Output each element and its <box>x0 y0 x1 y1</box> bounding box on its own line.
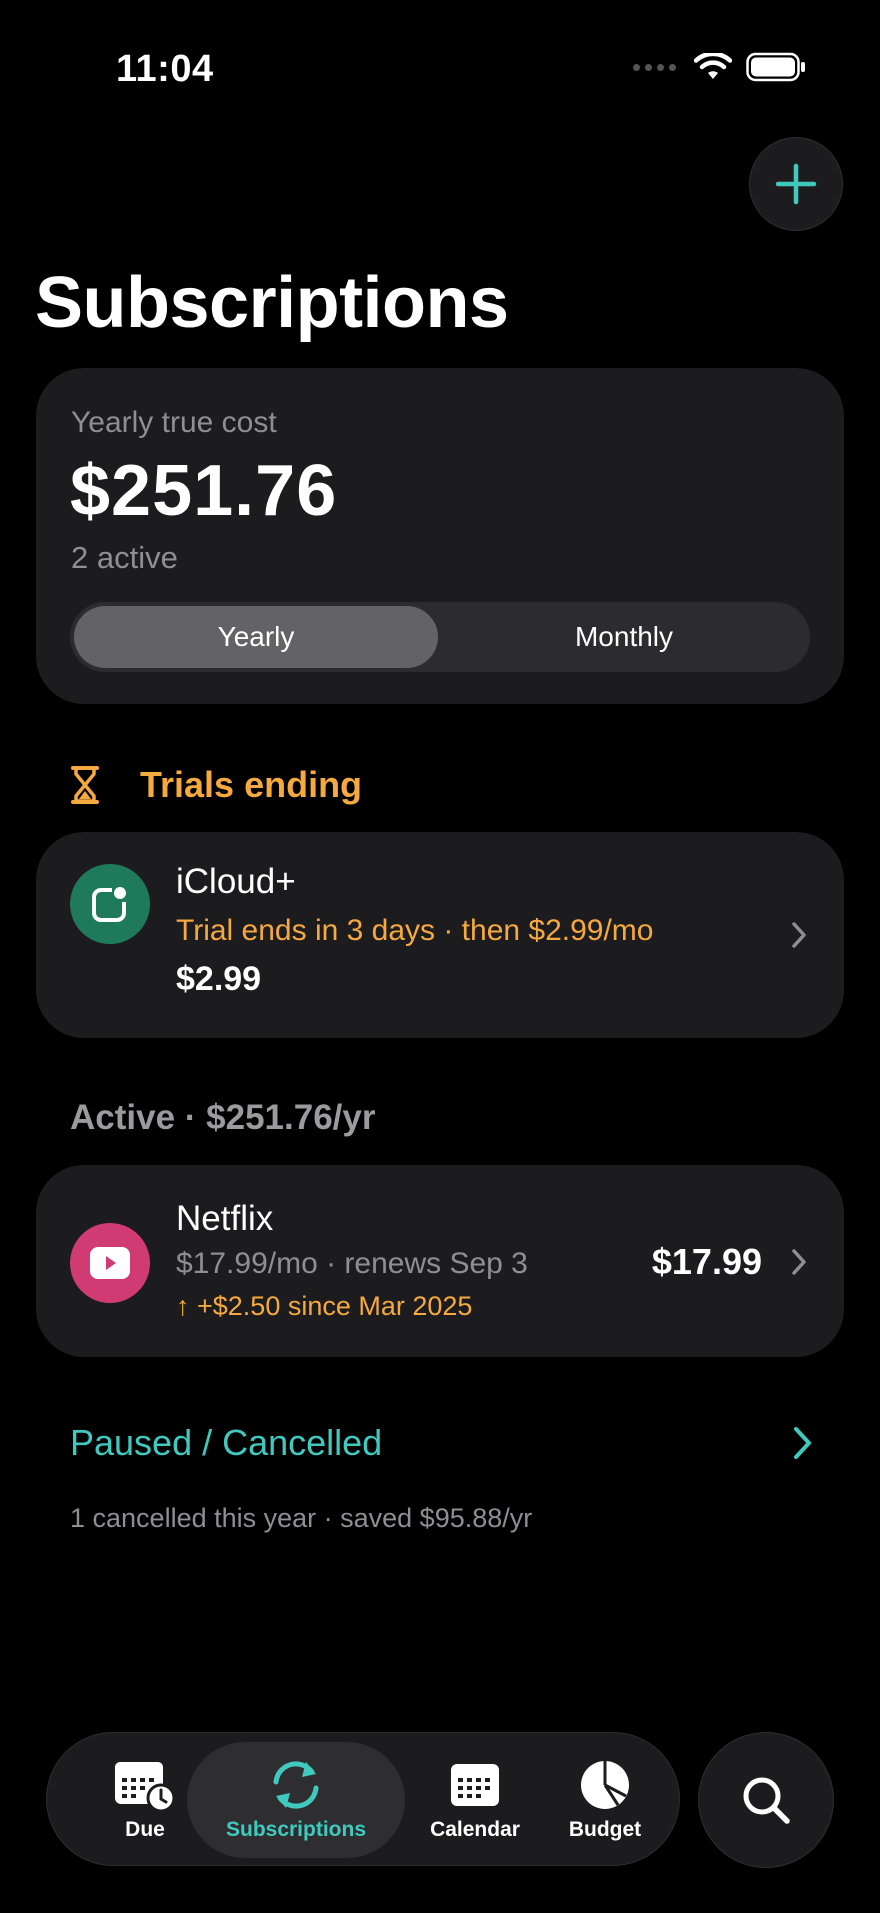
item-price: $17.99 <box>651 1241 762 1282</box>
add-subscription-button[interactable] <box>749 137 843 231</box>
tab-label: Calendar <box>430 1818 520 1841</box>
tab-label: Subscriptions <box>225 1818 367 1841</box>
search-icon <box>743 1777 790 1824</box>
tab-budget[interactable]: Budget <box>545 1733 665 1867</box>
summary-amount: $251.76 <box>70 451 338 531</box>
refresh-icon <box>273 1761 319 1809</box>
item-name: iCloud+ <box>176 862 296 901</box>
tab-subscriptions[interactable]: Subscriptions <box>187 1742 405 1858</box>
item-name: Netflix <box>176 1199 274 1238</box>
icloud-app-icon <box>70 864 150 944</box>
page-title: Subscriptions <box>35 263 509 343</box>
plus-icon <box>775 163 817 205</box>
hourglass-icon <box>71 766 99 804</box>
tab-due[interactable]: Due <box>87 1733 203 1867</box>
active-count: 2 active <box>71 540 178 575</box>
status-time: 11:04 <box>116 48 214 90</box>
status-bar: 11:04 <box>0 0 880 140</box>
summary-label: Yearly true cost <box>71 406 277 439</box>
netflix-app-icon <box>70 1223 150 1303</box>
period-segmented-control: Yearly Monthly <box>70 602 810 672</box>
trials-section-header: Trials ending <box>70 764 362 806</box>
cancelled-savings-note: 1 cancelled this year · saved $95.88/yr <box>70 1503 533 1533</box>
search-button[interactable] <box>698 1732 834 1868</box>
calendar-clock-icon <box>115 1762 176 1812</box>
paused-label: Paused / Cancelled <box>70 1422 383 1463</box>
segment-yearly[interactable]: Yearly <box>74 606 438 668</box>
active-item-netflix[interactable]: Netflix $17.99/mo · renews Sep 3 ↑ +$2.5… <box>36 1165 844 1357</box>
wifi-icon <box>694 53 732 79</box>
tab-calendar[interactable]: Calendar <box>405 1733 545 1867</box>
paused-cancelled-row[interactable]: Paused / Cancelled <box>70 1418 814 1468</box>
pie-chart-icon <box>581 1761 629 1809</box>
summary-card: Yearly true cost $251.76 2 active Yearly… <box>36 368 844 704</box>
segment-monthly[interactable]: Monthly <box>442 606 806 668</box>
status-icons <box>633 52 806 82</box>
trial-item-icloud[interactable]: iCloud+ Trial ends in 3 days · then $2.9… <box>36 832 844 1038</box>
price-change: ↑ +$2.50 since Mar 2025 <box>176 1291 473 1321</box>
trials-heading: Trials ending <box>140 764 363 805</box>
battery-icon <box>746 52 805 82</box>
tab-label: Due <box>125 1818 165 1841</box>
tab-label: Budget <box>568 1818 642 1841</box>
chevron-right-icon <box>794 1427 811 1459</box>
tab-bar: Due Subscriptions Calendar Budget <box>46 1732 680 1866</box>
active-section-heading: Active · $251.76/yr <box>70 1098 376 1137</box>
chevron-right-icon <box>792 1249 806 1275</box>
cellular-signal-icon <box>633 63 676 71</box>
renewal-info: $17.99/mo · renews Sep 3 <box>176 1247 528 1280</box>
calendar-icon <box>451 1764 499 1806</box>
trial-status: Trial ends in 3 days · then $2.99/mo <box>176 914 654 947</box>
item-price: $2.99 <box>176 960 262 998</box>
chevron-right-icon <box>792 922 806 948</box>
